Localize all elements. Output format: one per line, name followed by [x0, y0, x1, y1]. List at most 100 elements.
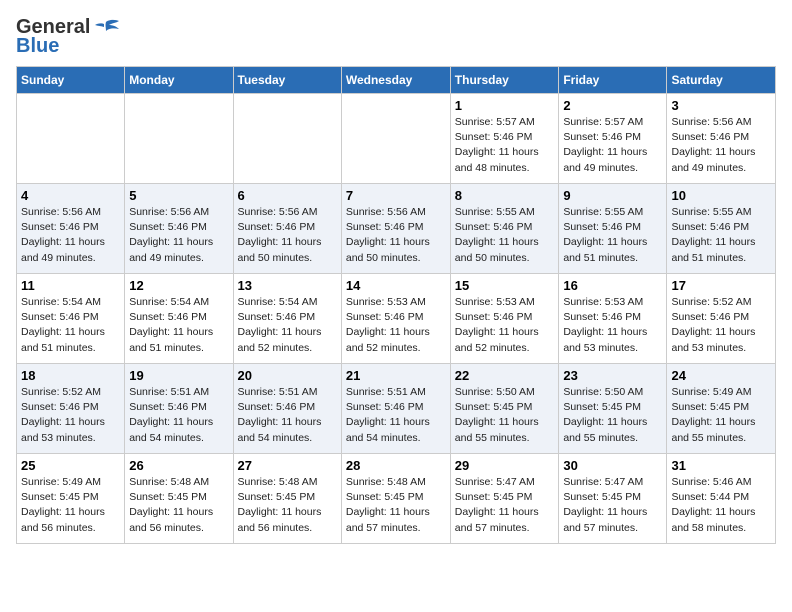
calendar-cell [341, 94, 450, 184]
calendar-cell: 29 Sunrise: 5:47 AM Sunset: 5:45 PM Dayli… [450, 454, 559, 544]
calendar-cell: 23 Sunrise: 5:50 AM Sunset: 5:45 PM Dayli… [559, 364, 667, 454]
day-number: 4 [21, 188, 120, 203]
calendar-cell: 28 Sunrise: 5:48 AM Sunset: 5:45 PM Dayli… [341, 454, 450, 544]
day-number: 9 [563, 188, 662, 203]
day-info: Sunrise: 5:51 AM Sunset: 5:46 PM Dayligh… [238, 385, 337, 446]
day-number: 25 [21, 458, 120, 473]
day-number: 13 [238, 278, 337, 293]
calendar-cell: 26Sunrise: 5:48 AM Sunset: 5:45 PM Dayli… [125, 454, 233, 544]
calendar-cell: 2Sunrise: 5:57 AM Sunset: 5:46 PM Daylig… [559, 94, 667, 184]
calendar-cell: 3Sunrise: 5:56 AM Sunset: 5:46 PM Daylig… [667, 94, 776, 184]
week-row-1: 1 Sunrise: 5:57 AM Sunset: 5:46 PM Daylig… [17, 94, 776, 184]
day-number: 7 [346, 188, 446, 203]
calendar-cell: 20 Sunrise: 5:51 AM Sunset: 5:46 PM Dayli… [233, 364, 341, 454]
day-number: 17 [671, 278, 771, 293]
calendar-cell: 4 Sunrise: 5:56 AM Sunset: 5:46 PM Daylig… [17, 184, 125, 274]
day-number: 6 [238, 188, 337, 203]
day-info: Sunrise: 5:54 AM Sunset: 5:46 PM Dayligh… [129, 295, 228, 356]
day-number: 21 [346, 368, 446, 383]
week-row-5: 25 Sunrise: 5:49 AM Sunset: 5:45 PM Dayli… [17, 454, 776, 544]
header-row: SundayMondayTuesdayWednesdayThursdayFrid… [17, 67, 776, 94]
calendar-cell: 5 Sunrise: 5:56 AM Sunset: 5:46 PM Daylig… [125, 184, 233, 274]
day-number: 5 [129, 188, 228, 203]
calendar-cell: 12Sunrise: 5:54 AM Sunset: 5:46 PM Dayli… [125, 274, 233, 364]
calendar-cell: 21 Sunrise: 5:51 AM Sunset: 5:46 PM Dayli… [341, 364, 450, 454]
day-number: 2 [563, 98, 662, 113]
calendar-cell: 8 Sunrise: 5:55 AM Sunset: 5:46 PM Daylig… [450, 184, 559, 274]
day-number: 28 [346, 458, 446, 473]
day-info: Sunrise: 5:46 AM Sunset: 5:44 PM Dayligh… [671, 475, 771, 536]
calendar-cell [125, 94, 233, 184]
calendar-cell [233, 94, 341, 184]
day-info: Sunrise: 5:52 AM Sunset: 5:46 PM Dayligh… [21, 385, 120, 446]
day-number: 18 [21, 368, 120, 383]
calendar-cell: 27 Sunrise: 5:48 AM Sunset: 5:45 PM Dayli… [233, 454, 341, 544]
day-info: Sunrise: 5:55 AM Sunset: 5:46 PM Dayligh… [671, 205, 771, 266]
col-header-sunday: Sunday [17, 67, 125, 94]
calendar-cell: 13Sunrise: 5:54 AM Sunset: 5:46 PM Dayli… [233, 274, 341, 364]
calendar-cell: 24 Sunrise: 5:49 AM Sunset: 5:45 PM Dayli… [667, 364, 776, 454]
logo: General Blue [16, 16, 120, 58]
day-number: 31 [671, 458, 771, 473]
day-info: Sunrise: 5:57 AM Sunset: 5:46 PM Dayligh… [455, 115, 555, 176]
day-number: 29 [455, 458, 555, 473]
day-info: Sunrise: 5:48 AM Sunset: 5:45 PM Dayligh… [238, 475, 337, 536]
day-number: 11 [21, 278, 120, 293]
day-info: Sunrise: 5:56 AM Sunset: 5:46 PM Dayligh… [671, 115, 771, 176]
calendar-cell: 11 Sunrise: 5:54 AM Sunset: 5:46 PM Dayli… [17, 274, 125, 364]
calendar-cell: 6 Sunrise: 5:56 AM Sunset: 5:46 PM Daylig… [233, 184, 341, 274]
calendar-cell: 31 Sunrise: 5:46 AM Sunset: 5:44 PM Dayli… [667, 454, 776, 544]
calendar-cell: 10Sunrise: 5:55 AM Sunset: 5:46 PM Dayli… [667, 184, 776, 274]
day-number: 1 [455, 98, 555, 113]
day-number: 27 [238, 458, 337, 473]
day-info: Sunrise: 5:47 AM Sunset: 5:45 PM Dayligh… [563, 475, 662, 536]
day-number: 14 [346, 278, 446, 293]
calendar-cell: 15 Sunrise: 5:53 AM Sunset: 5:46 PM Dayli… [450, 274, 559, 364]
day-info: Sunrise: 5:55 AM Sunset: 5:46 PM Dayligh… [563, 205, 662, 266]
day-number: 15 [455, 278, 555, 293]
calendar-cell: 17 Sunrise: 5:52 AM Sunset: 5:46 PM Dayli… [667, 274, 776, 364]
day-info: Sunrise: 5:56 AM Sunset: 5:46 PM Dayligh… [129, 205, 228, 266]
page-header: General Blue [16, 16, 776, 58]
day-info: Sunrise: 5:48 AM Sunset: 5:45 PM Dayligh… [346, 475, 446, 536]
day-info: Sunrise: 5:50 AM Sunset: 5:45 PM Dayligh… [563, 385, 662, 446]
day-info: Sunrise: 5:49 AM Sunset: 5:45 PM Dayligh… [671, 385, 771, 446]
calendar-cell: 22Sunrise: 5:50 AM Sunset: 5:45 PM Dayli… [450, 364, 559, 454]
day-number: 23 [563, 368, 662, 383]
day-info: Sunrise: 5:52 AM Sunset: 5:46 PM Dayligh… [671, 295, 771, 356]
day-info: Sunrise: 5:47 AM Sunset: 5:45 PM Dayligh… [455, 475, 555, 536]
day-info: Sunrise: 5:53 AM Sunset: 5:46 PM Dayligh… [455, 295, 555, 356]
week-row-4: 18 Sunrise: 5:52 AM Sunset: 5:46 PM Dayli… [17, 364, 776, 454]
calendar-cell: 30 Sunrise: 5:47 AM Sunset: 5:45 PM Dayli… [559, 454, 667, 544]
day-info: Sunrise: 5:51 AM Sunset: 5:46 PM Dayligh… [346, 385, 446, 446]
day-info: Sunrise: 5:55 AM Sunset: 5:46 PM Dayligh… [455, 205, 555, 266]
calendar-cell: 25 Sunrise: 5:49 AM Sunset: 5:45 PM Dayli… [17, 454, 125, 544]
calendar-cell: 18 Sunrise: 5:52 AM Sunset: 5:46 PM Dayli… [17, 364, 125, 454]
day-number: 19 [129, 368, 228, 383]
col-header-thursday: Thursday [450, 67, 559, 94]
day-info: Sunrise: 5:56 AM Sunset: 5:46 PM Dayligh… [238, 205, 337, 266]
day-number: 20 [238, 368, 337, 383]
col-header-saturday: Saturday [667, 67, 776, 94]
calendar-cell: 1 Sunrise: 5:57 AM Sunset: 5:46 PM Daylig… [450, 94, 559, 184]
col-header-friday: Friday [559, 67, 667, 94]
calendar-cell: 9 Sunrise: 5:55 AM Sunset: 5:46 PM Daylig… [559, 184, 667, 274]
day-info: Sunrise: 5:51 AM Sunset: 5:46 PM Dayligh… [129, 385, 228, 446]
day-info: Sunrise: 5:48 AM Sunset: 5:45 PM Dayligh… [129, 475, 228, 536]
day-number: 8 [455, 188, 555, 203]
day-info: Sunrise: 5:56 AM Sunset: 5:46 PM Dayligh… [21, 205, 120, 266]
col-header-monday: Monday [125, 67, 233, 94]
day-number: 24 [671, 368, 771, 383]
week-row-2: 4 Sunrise: 5:56 AM Sunset: 5:46 PM Daylig… [17, 184, 776, 274]
day-number: 16 [563, 278, 662, 293]
day-number: 22 [455, 368, 555, 383]
day-info: Sunrise: 5:54 AM Sunset: 5:46 PM Dayligh… [21, 295, 120, 356]
day-info: Sunrise: 5:49 AM Sunset: 5:45 PM Dayligh… [21, 475, 120, 536]
calendar-cell: 19 Sunrise: 5:51 AM Sunset: 5:46 PM Dayli… [125, 364, 233, 454]
calendar-cell: 14Sunrise: 5:53 AM Sunset: 5:46 PM Dayli… [341, 274, 450, 364]
day-info: Sunrise: 5:53 AM Sunset: 5:46 PM Dayligh… [563, 295, 662, 356]
col-header-wednesday: Wednesday [341, 67, 450, 94]
day-number: 30 [563, 458, 662, 473]
calendar-table: SundayMondayTuesdayWednesdayThursdayFrid… [16, 66, 776, 544]
calendar-cell: 16 Sunrise: 5:53 AM Sunset: 5:46 PM Dayli… [559, 274, 667, 364]
